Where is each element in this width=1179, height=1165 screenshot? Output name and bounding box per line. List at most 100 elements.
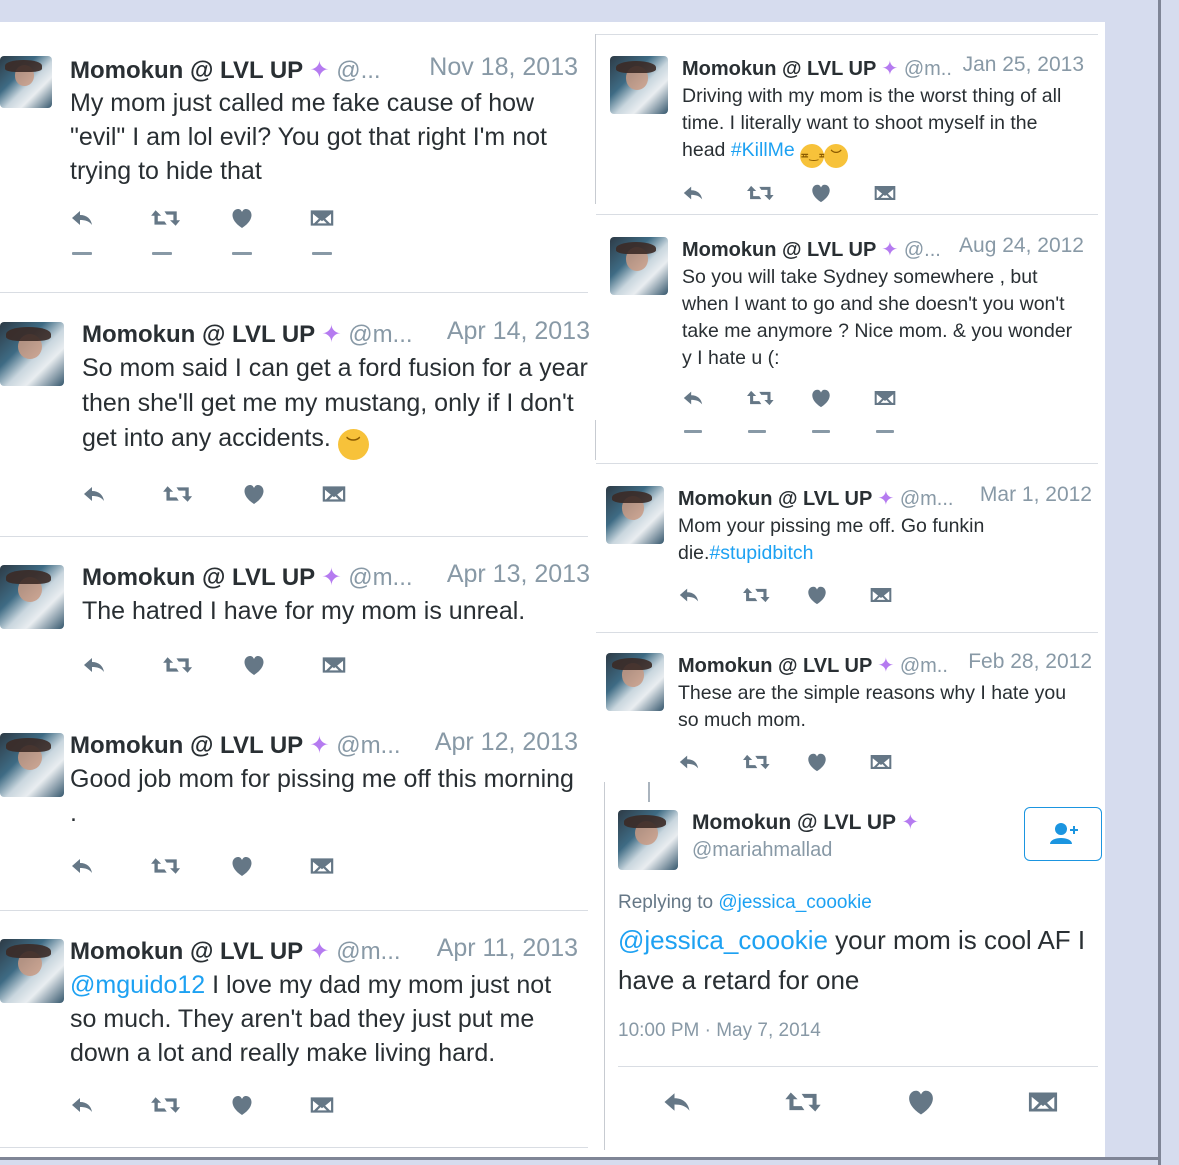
tweet-date[interactable]: Apr 12, 2013 xyxy=(435,728,578,757)
dm-button[interactable] xyxy=(322,482,346,506)
reply-button[interactable] xyxy=(678,584,700,606)
retweet-button[interactable] xyxy=(150,1093,181,1117)
retweet-button[interactable] xyxy=(742,584,771,606)
tweet-card[interactable]: Momokun @ LVL UP ✦ @m.. Jan 25, 2013 Drivi… xyxy=(610,53,1084,214)
display-name[interactable]: Momokun @ LVL UP xyxy=(70,938,303,965)
tweet-date[interactable]: Apr 13, 2013 xyxy=(447,560,590,589)
avatar[interactable] xyxy=(0,939,64,1003)
hashtag-link[interactable]: #KillMe xyxy=(731,139,795,161)
display-name[interactable]: Momokun @ LVL UP xyxy=(678,488,872,510)
display-name[interactable]: Momokun @ LVL UP xyxy=(82,564,315,591)
avatar[interactable] xyxy=(0,565,64,629)
reply-button[interactable] xyxy=(70,206,94,230)
like-button[interactable] xyxy=(806,584,828,606)
display-name[interactable]: Momokun @ LVL UP xyxy=(70,732,303,759)
tweet-date[interactable]: Apr 11, 2013 xyxy=(437,934,578,963)
tweet-date[interactable]: Nov 18, 2013 xyxy=(429,53,578,82)
display-name[interactable]: Momokun @ LVL UP xyxy=(692,811,896,834)
dm-button[interactable] xyxy=(1028,1088,1058,1118)
reply-button[interactable] xyxy=(82,653,106,677)
disappointed-face-emoji: ︶ xyxy=(824,144,849,168)
user-handle[interactable]: @m... xyxy=(348,321,412,348)
user-handle[interactable]: @m... xyxy=(900,488,954,510)
hashtag-link[interactable]: #stupidbitch xyxy=(709,542,813,564)
like-button[interactable] xyxy=(230,1093,254,1117)
reply-button[interactable] xyxy=(70,854,94,878)
tweet-card[interactable]: Momokun @ LVL UP ✦ @... Aug 24, 2012 So yo… xyxy=(610,234,1084,433)
dm-button[interactable] xyxy=(870,584,892,606)
like-button[interactable] xyxy=(906,1088,936,1118)
user-handle[interactable]: @... xyxy=(336,57,380,84)
reply-button[interactable] xyxy=(662,1088,692,1118)
dm-button[interactable] xyxy=(870,751,892,773)
retweet-button[interactable] xyxy=(162,653,193,677)
mention-link[interactable]: @mguido12 xyxy=(70,971,205,999)
reply-button[interactable] xyxy=(682,182,704,204)
avatar[interactable] xyxy=(0,56,52,108)
tweet-card[interactable]: Momokun @ LVL UP ✦ @... Nov 18, 2013 My mo… xyxy=(0,53,578,255)
like-button[interactable] xyxy=(806,751,828,773)
tweet-date[interactable]: Feb 28, 2012 xyxy=(968,650,1092,674)
reply-button[interactable] xyxy=(82,482,106,506)
detail-tweet-actions xyxy=(662,1088,1062,1118)
display-name[interactable]: Momokun @ LVL UP xyxy=(682,239,876,261)
user-handle[interactable]: @... xyxy=(904,239,941,261)
dm-button[interactable] xyxy=(874,387,896,409)
tweet-card[interactable]: Momokun @ LVL UP ✦ @m... Apr 13, 2013 The … xyxy=(0,560,590,687)
like-button[interactable] xyxy=(810,182,832,204)
dm-button[interactable] xyxy=(874,182,896,204)
dm-button[interactable] xyxy=(310,206,334,230)
follow-button[interactable] xyxy=(1024,807,1102,861)
like-button[interactable] xyxy=(810,387,832,409)
mention-link[interactable]: @jessica_coookie xyxy=(618,925,828,955)
display-name[interactable]: Momokun @ LVL UP xyxy=(82,321,315,348)
like-button[interactable] xyxy=(242,482,266,506)
user-handle[interactable]: @m.. xyxy=(900,655,948,677)
tweet-card[interactable]: Momokun @ LVL UP ✦ @m... Mar 1, 2012 Mom y… xyxy=(606,483,1092,616)
tweet-card[interactable]: Momokun @ LVL UP ✦ @m.. Feb 28, 2012 These… xyxy=(606,650,1092,783)
tweet-header: Momokun @ LVL UP ✦ @m... xyxy=(70,731,401,760)
avatar[interactable] xyxy=(0,322,64,386)
retweet-button[interactable] xyxy=(746,387,775,409)
reply-button[interactable] xyxy=(70,1093,94,1117)
retweet-button[interactable] xyxy=(746,182,775,204)
retweet-button[interactable] xyxy=(150,854,181,878)
sparkles-emoji: ✦ xyxy=(302,938,337,965)
replying-to-link[interactable]: @jessica_coookie xyxy=(718,892,871,913)
tweet-card[interactable]: Momokun @ LVL UP ✦ @m... Apr 11, 2013 @mgu… xyxy=(0,934,578,1127)
avatar[interactable] xyxy=(610,237,668,295)
tweet-date[interactable]: Jan 25, 2013 xyxy=(963,53,1084,77)
retweet-button[interactable] xyxy=(784,1088,822,1118)
avatar[interactable] xyxy=(0,733,64,797)
reply-button[interactable] xyxy=(682,387,704,409)
avatar[interactable] xyxy=(606,486,664,544)
user-handle[interactable]: @m.. xyxy=(904,58,952,80)
user-handle[interactable]: @m... xyxy=(336,732,400,759)
retweet-button[interactable] xyxy=(162,482,193,506)
reply-button[interactable] xyxy=(678,751,700,773)
user-handle[interactable]: @m... xyxy=(336,938,400,965)
avatar[interactable] xyxy=(610,56,668,114)
display-name[interactable]: Momokun @ LVL UP xyxy=(682,58,876,80)
tweet-date[interactable]: Mar 1, 2012 xyxy=(980,483,1092,507)
avatar[interactable] xyxy=(618,810,678,870)
tweet-date[interactable]: Aug 24, 2012 xyxy=(959,234,1084,258)
dm-button[interactable] xyxy=(310,1093,334,1117)
like-button[interactable] xyxy=(230,854,254,878)
display-name[interactable]: Momokun @ LVL UP xyxy=(678,655,872,677)
tweet-card[interactable]: Momokun @ LVL UP ✦ @m... Apr 12, 2013 Good… xyxy=(0,728,578,888)
avatar[interactable] xyxy=(606,653,664,711)
dm-button[interactable] xyxy=(322,653,346,677)
retweet-button[interactable] xyxy=(150,206,181,230)
like-button[interactable] xyxy=(242,653,266,677)
display-name[interactable]: Momokun @ LVL UP xyxy=(70,57,303,84)
tweet-date[interactable]: Apr 14, 2013 xyxy=(447,317,590,346)
disappointed-face-emoji: ︶ xyxy=(337,429,369,460)
user-handle[interactable]: @m... xyxy=(348,564,412,591)
like-button[interactable] xyxy=(230,206,254,230)
tweet-timestamp[interactable]: 10:00 PM · May 7, 2014 xyxy=(618,1020,821,1042)
retweet-button[interactable] xyxy=(742,751,771,773)
dm-button[interactable] xyxy=(310,854,334,878)
tweet-card[interactable]: Momokun @ LVL UP ✦ @m... Apr 14, 2013 So m… xyxy=(0,317,590,516)
user-handle[interactable]: @mariahmallad xyxy=(692,839,832,862)
